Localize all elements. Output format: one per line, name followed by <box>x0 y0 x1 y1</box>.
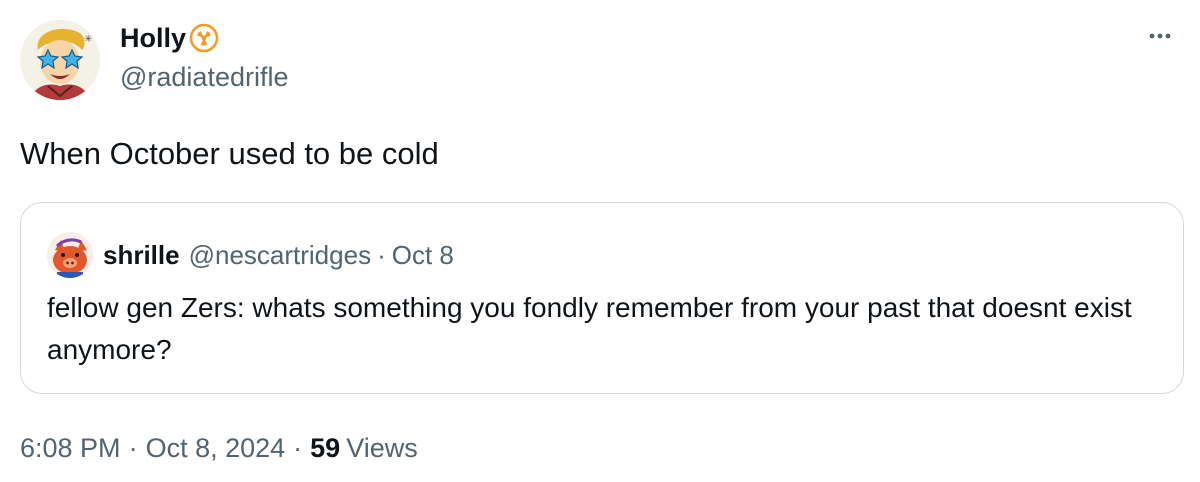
cartoon-pig-avatar-icon <box>47 232 93 278</box>
author-handle[interactable]: @radiatedrifle <box>120 62 289 93</box>
tweet-text: When October used to be cold <box>20 136 439 171</box>
meta-separator: · <box>128 432 138 463</box>
quoted-tweet-header: shrille @nescartridges · Oct 8 <box>47 232 454 278</box>
tweet-metadata: 6:08 PM · Oct 8, 2024 · 59 Views <box>20 428 418 468</box>
quoted-separator: · <box>377 239 386 270</box>
views-label: Views <box>346 432 418 463</box>
author-avatar[interactable]: ✳ <box>20 20 100 100</box>
svg-text:✳: ✳ <box>84 34 92 45</box>
more-options-icon <box>1149 33 1171 39</box>
author-info: Holly @radiatedrifle <box>120 20 289 93</box>
quoted-tweet-date[interactable]: Oct 8 <box>392 240 454 271</box>
quoted-author-display-name[interactable]: shrille <box>103 240 180 271</box>
more-options-button[interactable] <box>1140 16 1180 56</box>
meta-separator: · <box>293 432 303 463</box>
views-count: 59 <box>310 432 341 463</box>
radiation-badge-icon <box>189 23 219 53</box>
quoted-tweet-text: fellow gen Zers: whats something you fon… <box>47 292 1132 365</box>
display-name-row: Holly <box>120 20 289 56</box>
tweet-time[interactable]: 6:08 PM <box>20 433 121 464</box>
quoted-tweet-card[interactable]: shrille @nescartridges · Oct 8 fellow ge… <box>20 202 1184 394</box>
vault-boy-avatar-icon: ✳ <box>20 20 100 100</box>
author-display-name[interactable]: Holly <box>120 23 186 54</box>
tweet-date[interactable]: Oct 8, 2024 <box>146 433 286 464</box>
tweet: ✳ Holly @radiatedrifle When October used… <box>0 0 1200 482</box>
quoted-author-avatar[interactable] <box>47 232 93 278</box>
quoted-author-handle[interactable]: @nescartridges <box>189 240 371 271</box>
